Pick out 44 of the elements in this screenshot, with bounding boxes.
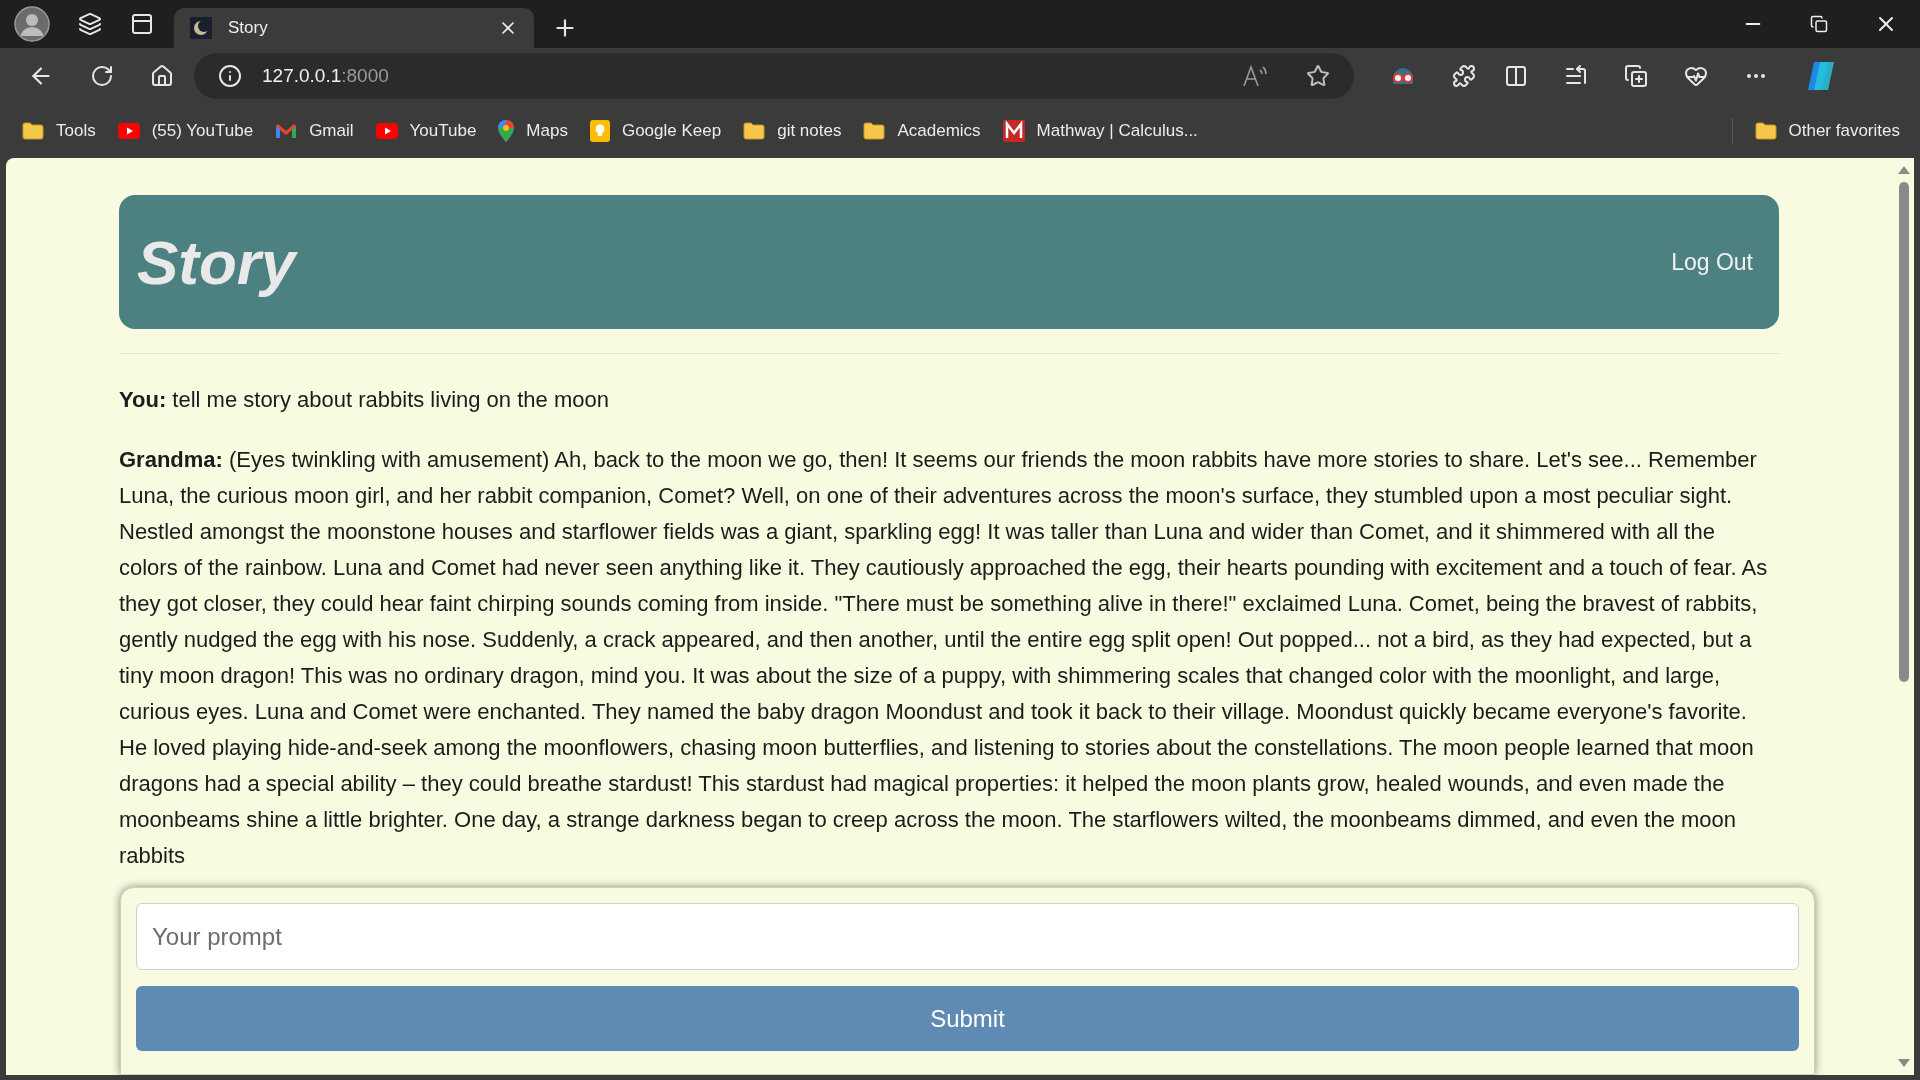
home-icon[interactable] bbox=[150, 64, 174, 88]
envelope-icon bbox=[275, 123, 298, 139]
lightbulb-icon bbox=[589, 120, 610, 142]
map-pin-icon bbox=[498, 120, 515, 142]
logo-icon bbox=[1002, 120, 1025, 142]
play-icon bbox=[375, 123, 398, 139]
workspaces-icon[interactable] bbox=[78, 12, 102, 36]
favorite-star-icon[interactable] bbox=[1306, 64, 1330, 88]
extensions-icon[interactable] bbox=[1452, 64, 1476, 88]
play-icon bbox=[117, 123, 140, 139]
other-favorites-item[interactable]: Other favorites bbox=[1754, 118, 1900, 144]
chat-message: Grandma: (Eyes twinkling with amusement) Ah, back to the moon we go, then! It seems our friends the moon rabbits have more stories to share. Let's see... Remember Luna, the curious moon girl, and her rabbit companion, Comet? Well, on one of their adventures across the moon's surface, they stumbled upon a most peculiar sight. Nestled amongst the moonstone houses and starflower fields was a giant, sparkling egg! It was taller than Luna and wider than Comet, and it shimmered with all the colors of the rainbow. Luna and Comet had never seen anything like it. They cautiously approached the egg, their hearts pounding with excitement and a touch of fear. As they got closer, they could hear faint chirping sounds coming from inside. "There must be something alive in there!" exclaimed Luna. Comet, being the bravest of rabbits, gently nudged the egg with his nose. Suddenly, a crack appeared, and then another, until the entire egg split open! Out popped... not a bird, as they had expected, but a tiny moon dragon! This was no ordinary dragon, mind you. It was about the size of a puppy, with shimmering scales that changed color with the moonlight, and large, curious eyes. Luna and Comet were enchanted. They named the baby dragon Moondust and took it back to their village. Moondust quickly became everyone's favorite. He loved playing hide-and-seek among the moonflowers, chasing moon butterflies, and listening to stories about the constellations. The moon people learned that moon dragons had a special ability – they could breathe stardust! This stardust had magical properties: it helped the moon plants grow, healed wounds, and even made the moonbeams shine a little brighter. One day, a strange darkness began to creep across the moon. The starflowers wilted, the moonbeams dimmed, and even the moon rabbits bbox=[119, 446, 1769, 870]
read-aloud-icon[interactable] bbox=[1242, 64, 1268, 88]
bookmark-item[interactable]: Tools bbox=[22, 118, 96, 144]
bookmark-item[interactable]: Maps bbox=[498, 118, 568, 144]
bookmark-item[interactable]: YouTube bbox=[375, 118, 477, 144]
bookmark-item[interactable]: Gmail bbox=[275, 118, 354, 144]
folder-icon bbox=[863, 122, 886, 140]
bookmark-item[interactable]: (55) YouTube bbox=[117, 118, 254, 144]
browser-tab[interactable]: Story bbox=[174, 8, 534, 48]
folder-icon bbox=[22, 122, 44, 140]
address-bar[interactable]: 127.0.0.1:8000 bbox=[194, 53, 1354, 99]
info-icon[interactable] bbox=[218, 64, 242, 88]
page-title: Story bbox=[137, 226, 296, 299]
bookmark-item[interactable]: Mathway | Calculus... bbox=[1002, 118, 1198, 144]
submit-button[interactable]: Submit bbox=[136, 986, 1799, 1051]
folder-icon bbox=[743, 122, 766, 140]
folder-icon bbox=[1754, 122, 1777, 140]
heart-pulse-icon[interactable] bbox=[1684, 64, 1708, 88]
tab-actions-icon[interactable] bbox=[130, 12, 154, 36]
chat-message: You: tell me story about rabbits living on the moon bbox=[119, 386, 610, 414]
bookmark-item[interactable]: git notes bbox=[743, 118, 842, 144]
bookmark-item[interactable]: Google Keep bbox=[589, 118, 722, 144]
tab-title: Story bbox=[228, 17, 269, 40]
url-text: 127.0.0.1:8000 bbox=[262, 63, 390, 88]
collections-icon[interactable] bbox=[1624, 64, 1648, 88]
log-out-link[interactable]: Log Out bbox=[1663, 244, 1761, 280]
profile-avatar[interactable] bbox=[14, 6, 50, 42]
prompt-input[interactable]: Your prompt bbox=[136, 903, 1799, 970]
moon-icon bbox=[190, 17, 212, 39]
reload-icon[interactable] bbox=[90, 64, 114, 88]
split-screen-icon[interactable] bbox=[1504, 64, 1528, 88]
bookmark-item[interactable]: Academics bbox=[863, 118, 981, 144]
restore-icon[interactable] bbox=[1810, 15, 1828, 33]
